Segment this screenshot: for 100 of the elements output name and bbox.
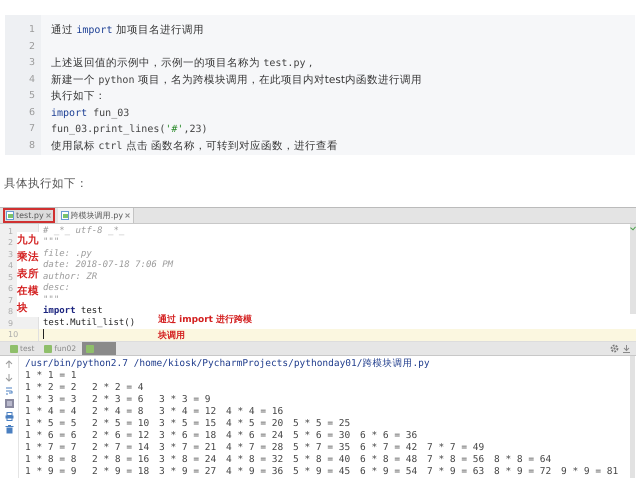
line-number: 3 [8,250,14,259]
output-text: 7 * 8 = 56 [427,454,486,466]
line-number: 1 [28,23,36,37]
output-text: 3 * 5 = 15 [159,418,218,430]
output-text: 5 * 5 = 25 [293,418,352,430]
python-file-icon [44,344,52,353]
code-line: 执行如下： [51,90,106,102]
output-text: 6 * 7 = 42 [360,442,418,454]
code-line: author: ZR [43,272,98,282]
line-number: 9 [8,318,14,328]
line-number: 10 [8,330,18,340]
line-number: 6 [8,284,14,294]
editor-tab[interactable]: 跨模块调用.py [58,208,134,223]
output-text: 4 * 5 = 20 [226,418,284,430]
output-text: 4 * 9 = 36 [226,466,284,478]
code-line: 通过 import 加项目名进行调用 [51,24,204,36]
code-line: """ [43,294,60,305]
print-icon[interactable] [4,412,14,421]
line-number: 7 [8,296,14,305]
scrollbar[interactable] [630,224,636,314]
down-arrow-icon[interactable] [4,372,14,382]
output-text: 2 * 9 = 18 [92,466,150,478]
output-text: 3 * 8 = 24 [159,454,218,466]
output-text: 1 * 6 = 6 [25,430,78,442]
output-text: 6 * 6 = 36 [360,430,418,442]
wrap-icon[interactable] [4,386,14,395]
output-text: 1 * 5 = 5 [25,418,78,430]
output-text: 3 * 9 = 27 [159,466,218,478]
line-number: 2 [8,238,14,248]
settings-icon[interactable] [610,344,619,354]
minimize-icon[interactable] [623,344,630,353]
annotation-text: 九九乘法表所在模块 [17,232,40,317]
output-text: 5 * 7 = 35 [293,442,352,454]
code-line: 新建一个 python 项目，名为跨模块调用，在此项目内对test内函数进行调用 [51,74,422,86]
output-text: 5 * 9 = 45 [293,466,352,478]
output-text: 9 * 9 = 81 [561,466,620,478]
output-text: 3 * 4 = 12 [159,406,218,418]
output-text: 1 * 9 = 9 [25,466,78,478]
caption-text: 具体执行如下： [4,175,89,191]
line-number: 7 [28,122,36,136]
code-line: import test [43,306,103,316]
output-text: 6 * 8 = 48 [360,454,418,466]
output-text: 2 * 8 = 16 [92,454,150,466]
output-text: 1 * 7 = 7 [25,442,78,454]
close-icon[interactable] [46,212,51,218]
line-number: 1 [8,226,14,236]
output-text: 4 * 4 = 16 [226,406,284,418]
output-text: 3 * 6 = 18 [159,430,218,442]
output-text: 2 * 5 = 10 [92,418,150,430]
output-text: 3 * 7 = 21 [159,442,218,454]
output-text: 1 * 1 = 1 [25,370,78,382]
line-number: 6 [28,106,36,120]
trash-icon[interactable] [4,424,14,434]
line-number: 4 [28,72,36,86]
code-line: # _*_ utf-8 _*_ [43,226,124,236]
annotation-text: 通过 import 进行跨模块调用 [158,313,254,343]
python-file-icon [86,344,94,353]
line-number: 4 [8,261,14,270]
output-text: 6 * 9 = 54 [360,466,418,478]
code-line: 上述返回值的示例中，示例一的项目名称为 test.py , [51,57,312,69]
output-text: 2 * 4 = 8 [92,406,144,418]
output-text: 4 * 6 = 24 [226,430,284,442]
output-text: 1 * 8 = 8 [25,454,78,466]
code-line: desc: [43,283,70,294]
output-text: 8 * 9 = 72 [494,466,552,478]
editor-tab[interactable]: test.py [3,208,55,223]
output-text: 1 * 3 = 3 [25,394,78,406]
line-number: 5 [8,272,14,282]
text-cursor [43,329,44,340]
code-line: date: 2018-07-18 7:06 PM [43,260,174,270]
output-text: 5 * 6 = 30 [293,430,352,442]
line-number: 3 [28,56,36,70]
output-text: 4 * 8 = 32 [226,454,284,466]
console-command: /usr/bin/python2.7 /home/kiosk/PycharmProjects/pythonday01/跨模块调用.py [25,356,431,370]
code-line: test.Mutil_list() [43,318,136,328]
code-line: file: .py [43,248,92,259]
line-number: 8 [8,307,14,316]
close-icon[interactable] [125,212,130,218]
check-icon [630,226,636,231]
run-tab[interactable] [82,342,116,355]
line-number: 2 [28,40,36,54]
output-text: 1 * 4 = 4 [25,406,78,418]
code-line: """ [43,237,60,248]
output-text: 2 * 6 = 12 [92,430,150,442]
output-text: 2 * 2 = 4 [92,382,144,394]
square-icon[interactable] [4,398,14,408]
output-text: 5 * 8 = 40 [293,454,352,466]
python-file-icon [10,344,18,353]
scrollbar[interactable] [630,356,635,478]
output-text: 1 * 2 = 2 [25,382,78,394]
file-icon [60,210,69,220]
output-text: 7 * 9 = 63 [427,466,486,478]
output-text: 4 * 7 = 28 [226,442,284,454]
output-text: 8 * 8 = 64 [494,454,552,466]
code-line: fun_03.print_lines('#',23) [51,123,208,135]
line-number: 5 [28,89,36,103]
line-number: 8 [28,138,36,152]
output-text: 2 * 7 = 14 [92,442,150,454]
output-text: 2 * 3 = 6 [92,394,144,406]
up-arrow-icon[interactable] [4,360,14,369]
